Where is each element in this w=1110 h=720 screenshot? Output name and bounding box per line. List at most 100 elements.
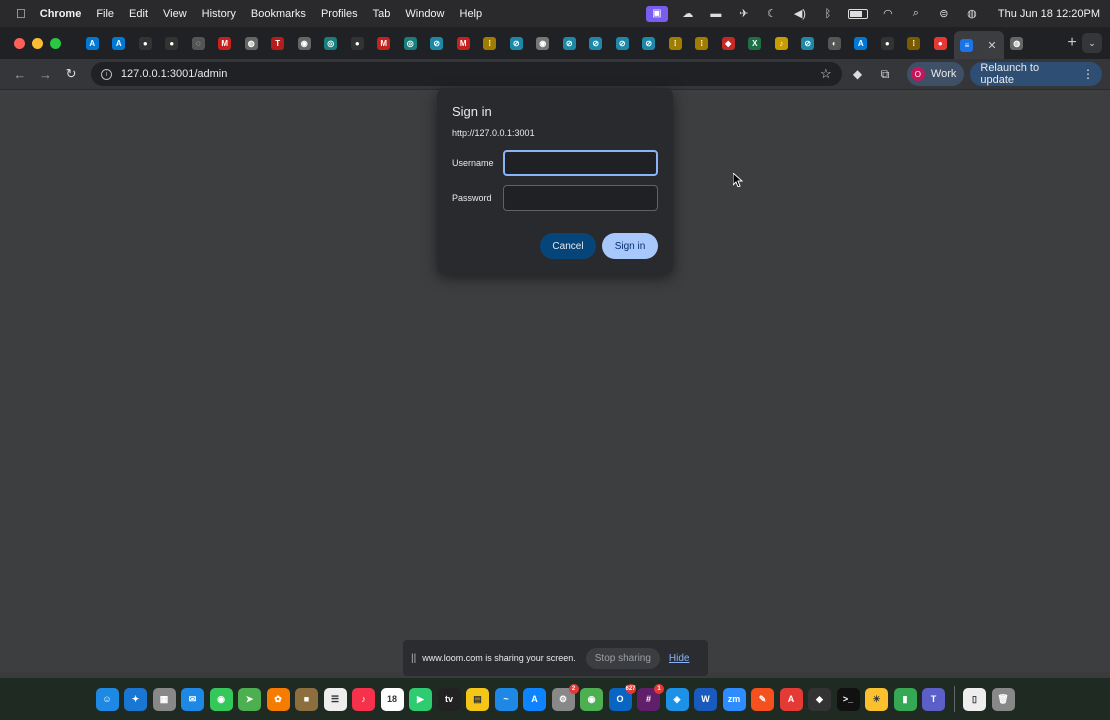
tab[interactable]: M [450, 31, 477, 55]
message-icon[interactable]: ▬ [708, 8, 724, 20]
tab[interactable]: ⁞ [689, 31, 716, 55]
outlook-icon[interactable]: O 627 [608, 683, 636, 711]
relaunch-button[interactable]: Relaunch to update ⋮ [970, 62, 1103, 86]
apple-icon[interactable]:  [16, 6, 26, 21]
tab[interactable]: M [371, 31, 398, 55]
menu-window[interactable]: Window [405, 8, 444, 20]
tab[interactable]: ⊘ [609, 31, 636, 55]
moon-icon[interactable]: ☾ [764, 8, 780, 20]
menu-file[interactable]: File [96, 8, 114, 20]
tab[interactable]: ⊘ [503, 31, 530, 55]
word-icon[interactable]: W [694, 687, 717, 711]
menu-tab[interactable]: Tab [373, 8, 391, 20]
bookmark-star-icon[interactable]: ☆ [820, 66, 832, 82]
volume-icon[interactable]: ◀) [792, 8, 808, 20]
notes-brown-icon[interactable]: ■ [295, 687, 318, 711]
profile-button[interactable]: O Work [906, 62, 965, 86]
tab[interactable]: ● [874, 31, 901, 55]
tab[interactable]: ◉ [530, 31, 557, 55]
photos-icon[interactable]: ✿ [266, 687, 290, 711]
siri-icon[interactable]: ◍ [964, 8, 980, 20]
docker-icon[interactable]: ◈ [665, 687, 689, 711]
bird-icon[interactable]: ✈ [736, 8, 752, 20]
tab[interactable]: M [212, 31, 239, 55]
spotlight-search-icon[interactable]: ⌕ [908, 7, 924, 20]
screen-recording-icon[interactable]: ▣ [645, 5, 668, 22]
wifi-icon[interactable]: ◠ [880, 8, 896, 20]
numbers-icon[interactable]: ▮ [893, 687, 917, 711]
close-tab-icon[interactable]: ✕ [987, 39, 996, 52]
tab[interactable]: X [742, 31, 769, 55]
menu-edit[interactable]: Edit [129, 8, 148, 20]
weather-icon[interactable]: ☀ [865, 687, 888, 711]
close-window-button[interactable] [14, 37, 25, 49]
cube-icon[interactable]: ◆ [808, 687, 831, 711]
tab[interactable]: ⊘ [583, 31, 610, 55]
extensions-puzzle-icon[interactable]: ⧉ [873, 62, 897, 86]
menu-help[interactable]: Help [460, 8, 483, 20]
tab[interactable]: A [79, 31, 106, 55]
fullscreen-window-button[interactable] [50, 37, 61, 49]
cancel-button[interactable]: Cancel [540, 233, 596, 259]
tab[interactable]: ⊘ [556, 31, 583, 55]
terminal-icon[interactable]: >_ [836, 687, 860, 711]
teams-icon[interactable]: T [922, 687, 945, 711]
reload-button[interactable]: ↻ [59, 62, 83, 86]
tab[interactable]: ⊘ [424, 31, 451, 55]
hide-link[interactable]: Hide [669, 653, 690, 664]
safari-icon[interactable]: ✦ [124, 687, 147, 711]
tv-icon[interactable]: tv [437, 687, 461, 711]
tab[interactable]: ♪ [768, 31, 795, 55]
tab[interactable]: ⁞ [477, 31, 504, 55]
tab[interactable]: A [106, 31, 133, 55]
tab[interactable]: ⁞ [901, 31, 928, 55]
tab[interactable]: ◌ [185, 31, 212, 55]
extension-icon[interactable]: ◆ [846, 62, 870, 86]
chrome-menu-icon[interactable]: ⋮ [1082, 67, 1094, 81]
facetime-icon[interactable]: ▶ [409, 687, 432, 711]
tab-search-button[interactable]: ⌄ [1082, 33, 1102, 53]
tab[interactable]: T [265, 31, 292, 55]
tab[interactable]: ◍ [1004, 31, 1031, 55]
tab[interactable]: ⊘ [636, 31, 663, 55]
reminders-icon[interactable]: ☰ [323, 687, 347, 711]
app-store-icon[interactable]: A [523, 687, 546, 711]
clock[interactable]: Thu Jun 18 12:20PM [998, 8, 1100, 20]
sign-in-button[interactable]: Sign in [602, 233, 658, 259]
maps-icon[interactable]: ➤ [238, 687, 261, 711]
zoom-icon[interactable]: zm [722, 687, 746, 711]
menu-app-name[interactable]: Chrome [40, 8, 82, 20]
site-info-icon[interactable]: i [100, 68, 112, 80]
minimize-window-button[interactable] [32, 37, 43, 49]
acrobat-icon[interactable]: A [779, 687, 803, 711]
back-button[interactable]: ← [8, 62, 32, 86]
freeform-icon[interactable]: ~ [494, 687, 518, 711]
menu-view[interactable]: View [163, 8, 187, 20]
tab[interactable]: ◎ [397, 31, 424, 55]
trash-icon[interactable]: 🗑 [991, 687, 1015, 711]
chrome-icon[interactable]: ◉ [580, 687, 603, 711]
drag-handle-icon[interactable]: || [411, 653, 416, 664]
slack-icon[interactable]: #1 [637, 683, 664, 711]
forward-button[interactable]: → [34, 62, 58, 86]
pen-icon[interactable]: ✎ [751, 687, 774, 711]
tab[interactable]: ● [927, 31, 954, 55]
finder-icon[interactable]: ☺ [95, 687, 119, 711]
active-tab[interactable]: ≡ ✕ [953, 31, 1004, 59]
mail-icon[interactable]: ✉ [181, 687, 204, 711]
document-icon[interactable]: ▯ [963, 687, 986, 711]
notes-icon[interactable]: ▤ [466, 687, 489, 711]
calendar-icon[interactable]: 18 [380, 687, 404, 711]
music-icon[interactable]: ♪ [352, 687, 375, 711]
control-center-icon[interactable]: ⊜ [936, 8, 952, 20]
password-field[interactable] [503, 185, 658, 211]
tab[interactable]: ● [159, 31, 186, 55]
system-settings-icon[interactable]: ⚙ 2 [551, 683, 579, 711]
tab[interactable]: ⁞ [662, 31, 689, 55]
menu-history[interactable]: History [202, 8, 236, 20]
cloud-icon[interactable]: ☁ [680, 8, 696, 20]
new-tab-button[interactable]: + [1062, 34, 1082, 52]
messages-icon[interactable]: ◉ [209, 687, 233, 711]
tab[interactable]: ● [132, 31, 159, 55]
stop-sharing-button[interactable]: Stop sharing [585, 647, 660, 669]
